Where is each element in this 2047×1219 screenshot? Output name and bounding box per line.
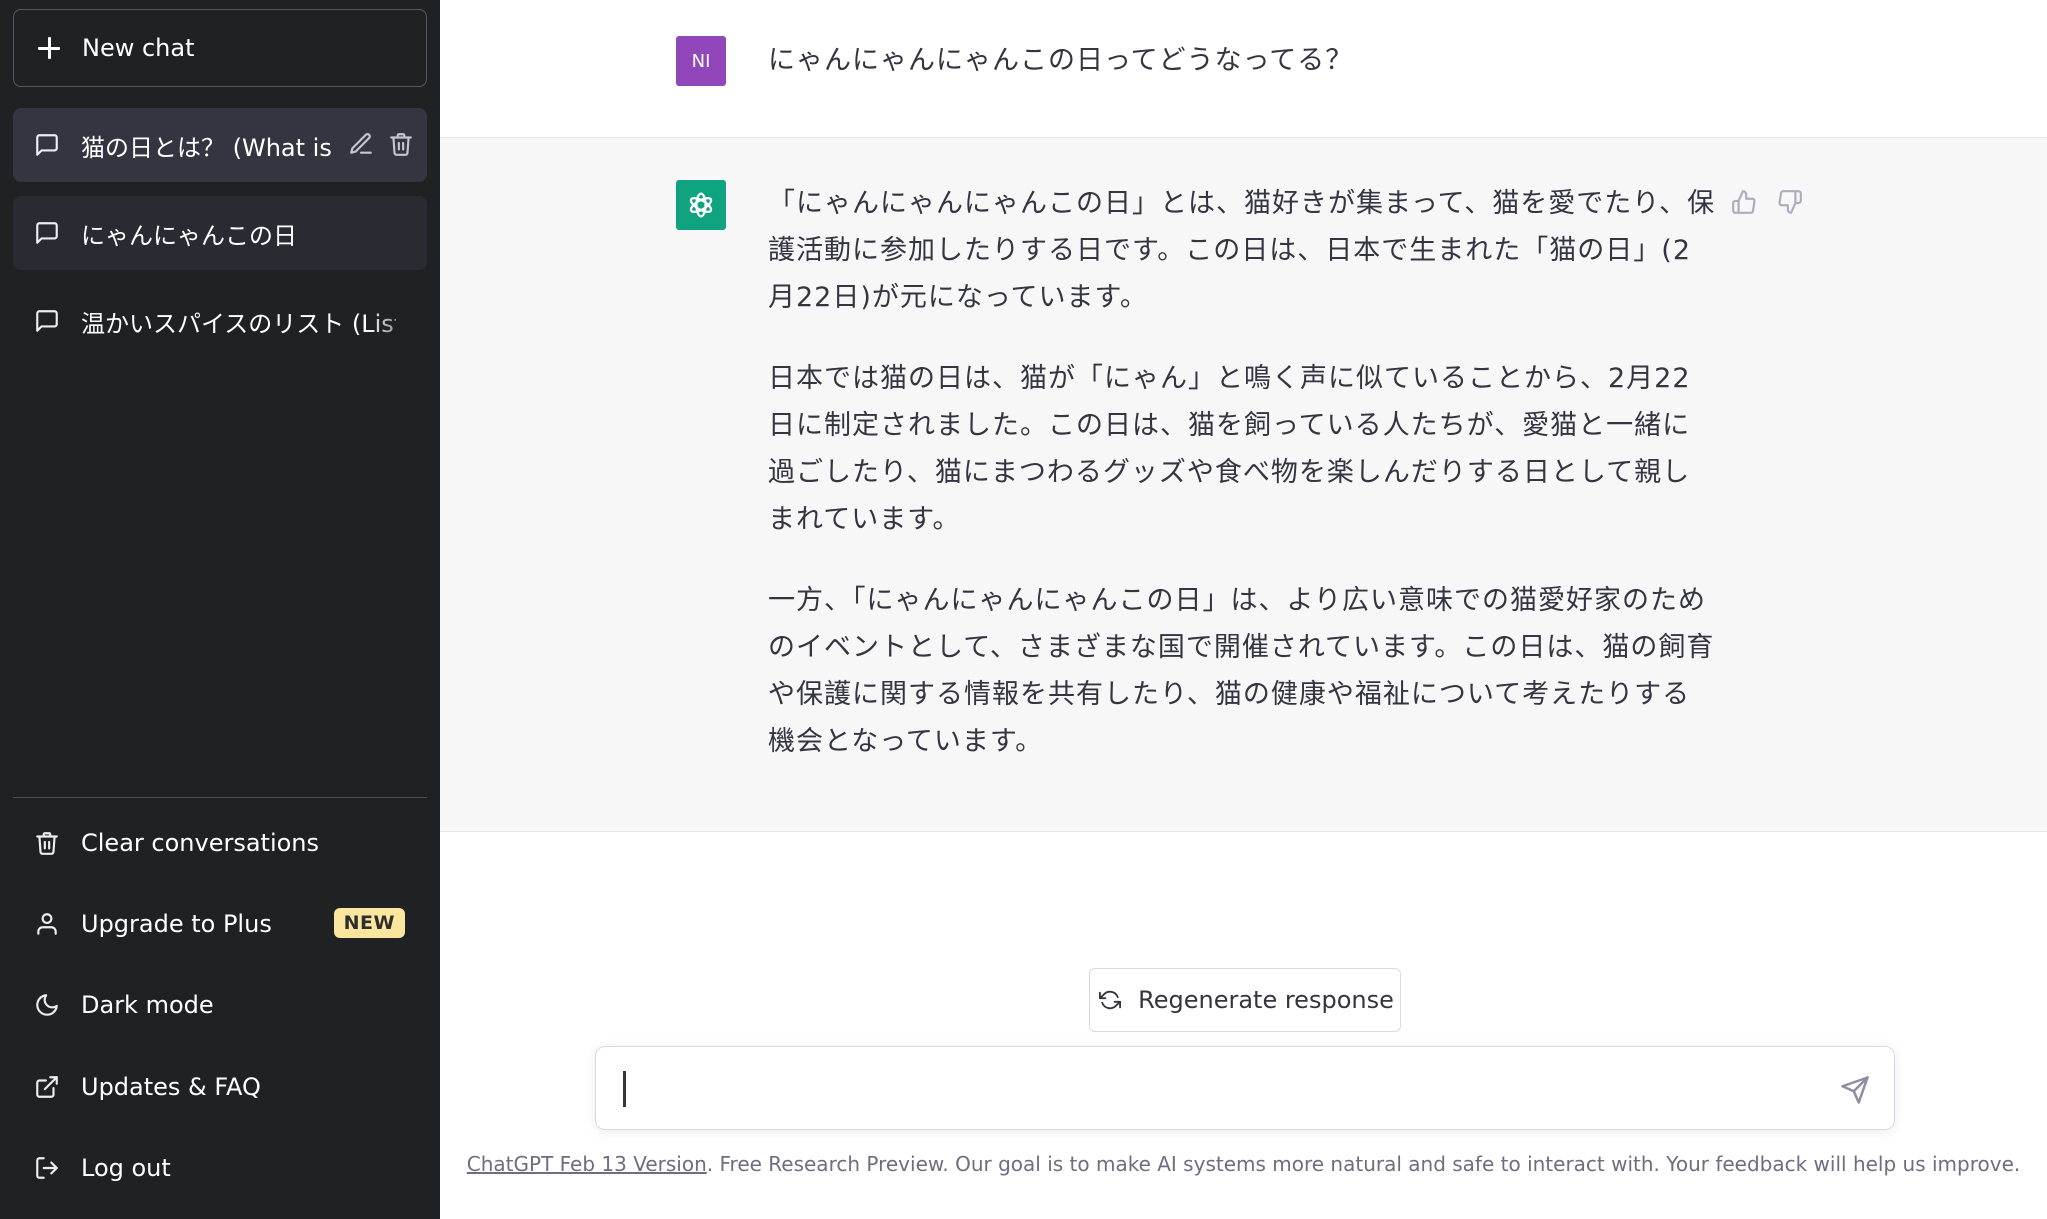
user-icon [33, 910, 61, 938]
footer-text: . Free Research Preview. Our goal is to … [706, 1152, 2021, 1176]
updates-faq-link[interactable]: Updates & FAQ [13, 1052, 427, 1122]
log-out-button[interactable]: Log out [13, 1133, 427, 1203]
regenerate-label: Regenerate response [1138, 986, 1394, 1014]
dark-mode-label: Dark mode [81, 991, 214, 1019]
user-avatar: NI [676, 36, 726, 86]
upgrade-to-plus-button[interactable]: Upgrade to Plus NEW [13, 889, 427, 959]
assistant-message: 「にゃんにゃんにゃんこの日」とは、猫好きが集まって、猫を愛でたり、保護活動に参加… [768, 180, 1718, 799]
chat-bubble-icon [33, 307, 61, 335]
conversation-label: にゃんにゃんこの日 [81, 221, 297, 250]
plus-icon [36, 35, 62, 61]
footer-disclaimer: ChatGPT Feb 13 Version. Free Research Pr… [440, 1152, 2047, 1176]
conversation-item-active[interactable]: 猫の日とは？ (What is [13, 108, 427, 182]
feedback-buttons [1730, 188, 1804, 216]
thumbs-down-icon[interactable] [1776, 188, 1804, 216]
assistant-paragraph: 一方、「にゃんにゃんにゃんこの日」は、より広い意味での猫愛好家のためのイベントと… [768, 585, 1715, 757]
chat-main: NI にゃんにゃんにゃんこの日ってどうなってる？ 「にゃんにゃんにゃんこの日」と… [440, 0, 2047, 1219]
text-cursor [623, 1071, 626, 1107]
log-out-label: Log out [81, 1154, 171, 1182]
new-badge: NEW [333, 908, 405, 938]
new-chat-button[interactable]: New chat [13, 9, 427, 87]
clear-conversations-label: Clear conversations [81, 829, 320, 857]
conversation-item[interactable]: にゃんにゃんこの日 [13, 196, 427, 270]
updates-faq-label: Updates & FAQ [81, 1073, 261, 1101]
refresh-icon [1096, 986, 1124, 1014]
moon-icon [33, 991, 61, 1019]
sidebar: New chat 猫の日とは？ (What is にゃんにゃんこの日 温かいスパ… [0, 0, 440, 1219]
send-icon[interactable] [1840, 1075, 1870, 1105]
upgrade-label: Upgrade to Plus [81, 910, 272, 938]
openai-logo-icon [676, 180, 726, 230]
log-out-icon [33, 1154, 61, 1182]
trash-icon [33, 829, 61, 857]
dark-mode-button[interactable]: Dark mode [13, 970, 427, 1040]
conversation-label: 温かいスパイスのリスト (List [81, 309, 396, 338]
new-chat-label: New chat [82, 34, 195, 62]
conversation-item[interactable]: 温かいスパイスのリスト (List [13, 284, 427, 358]
version-link[interactable]: ChatGPT Feb 13 Version [467, 1152, 707, 1176]
message-input[interactable] [616, 1069, 1816, 1109]
message-composer [595, 1046, 1895, 1130]
assistant-paragraph: 「にゃんにゃんにゃんこの日」とは、猫好きが集まって、猫を愛でたり、保護活動に参加… [768, 188, 1716, 313]
user-message: にゃんにゃんにゃんこの日ってどうなってる？ [768, 45, 1354, 76]
chat-bubble-icon [33, 219, 61, 247]
user-message-row: NI にゃんにゃんにゃんこの日ってどうなってる？ [440, 0, 2047, 138]
conversation-label: 猫の日とは？ (What is [81, 133, 332, 162]
chat-bubble-icon [33, 131, 61, 159]
external-link-icon [33, 1073, 61, 1101]
assistant-paragraph: 日本では猫の日は、猫が「にゃん」と鳴く声に似ていることから、2月22日に制定され… [768, 363, 1691, 535]
sidebar-divider [13, 797, 427, 798]
edit-icon[interactable] [347, 130, 375, 158]
assistant-message-row: 「にゃんにゃんにゃんこの日」とは、猫好きが集まって、猫を愛でたり、保護活動に参加… [440, 138, 2047, 832]
delete-icon[interactable] [387, 130, 415, 158]
clear-conversations-button[interactable]: Clear conversations [13, 808, 427, 878]
thumbs-up-icon[interactable] [1730, 188, 1758, 216]
regenerate-response-button[interactable]: Regenerate response [1089, 968, 1401, 1032]
